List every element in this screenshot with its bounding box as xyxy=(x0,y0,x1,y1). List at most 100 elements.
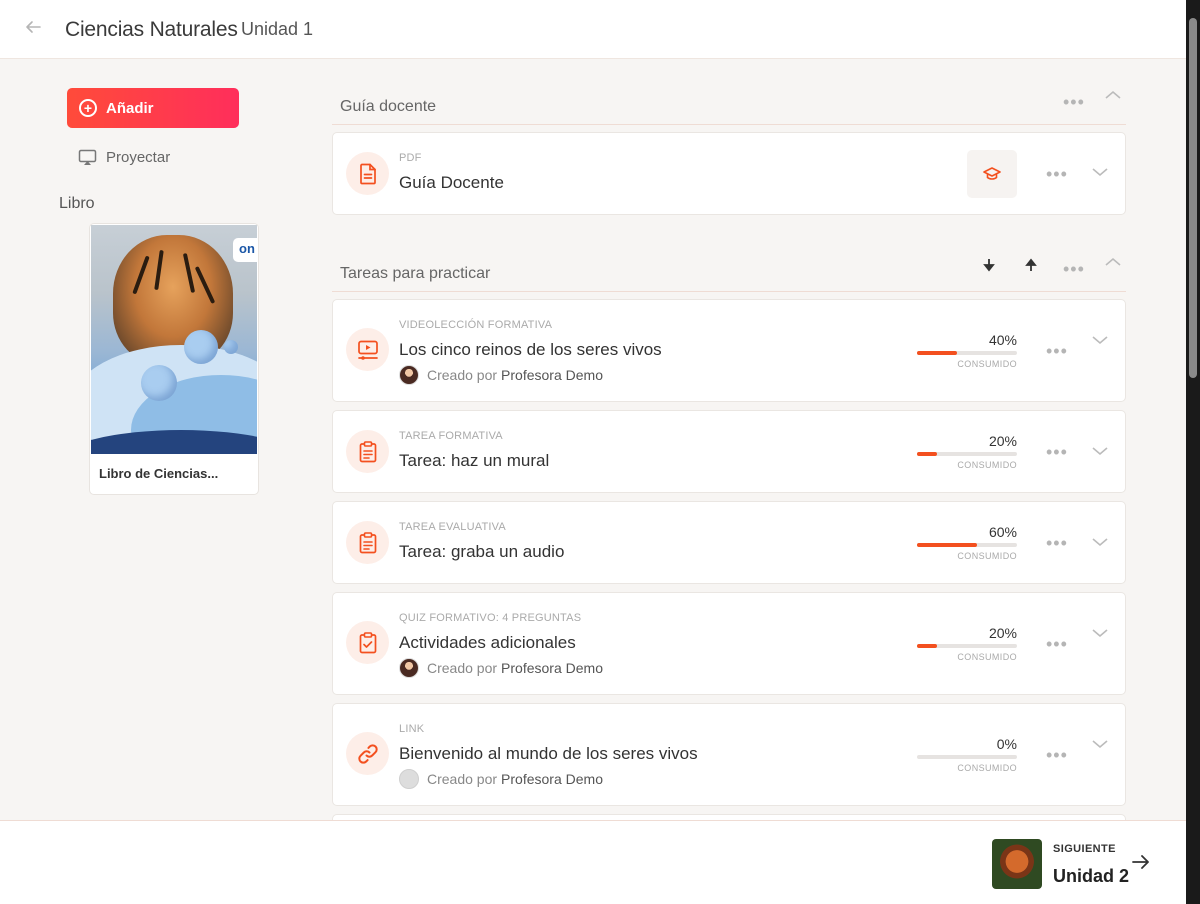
projector-icon xyxy=(78,149,97,165)
avatar xyxy=(399,365,419,385)
section-title: Guía docente xyxy=(340,98,437,115)
project-button-label: Proyectar xyxy=(106,148,171,166)
progress-track xyxy=(917,543,1017,547)
author-name: Profesora Demo xyxy=(501,367,603,383)
chevron-down-icon[interactable] xyxy=(1091,738,1109,752)
item-author: Creado por Profesora Demo xyxy=(399,658,603,678)
progress-fill xyxy=(917,543,977,547)
progress-fill xyxy=(917,452,937,456)
more-options-icon[interactable]: ••• xyxy=(1046,165,1068,183)
item-type: LINK xyxy=(399,723,425,735)
list-item[interactable]: TAREA FORMATIVA Tarea: haz un mural 20% … xyxy=(332,410,1126,493)
progress-percent: 0% xyxy=(996,736,1017,752)
next-unit-title[interactable]: Unidad 2 xyxy=(1053,866,1129,887)
more-options-icon[interactable]: ••• xyxy=(1046,746,1068,764)
checklist-icon xyxy=(346,621,389,664)
add-button[interactable]: + Añadir xyxy=(67,88,239,128)
progress-percent: 20% xyxy=(988,625,1017,641)
graduation-cap-icon xyxy=(983,167,1001,180)
more-options-icon[interactable]: ••• xyxy=(1046,635,1068,653)
next-unit-thumbnail[interactable] xyxy=(992,839,1042,889)
progress-caption: CONSUMIDO xyxy=(957,460,1017,470)
progress-fill xyxy=(917,351,957,355)
more-options-icon[interactable]: ••• xyxy=(1063,93,1085,111)
add-button-label: Añadir xyxy=(106,99,154,117)
item-title: Guía Docente xyxy=(399,173,504,192)
item-title: Tarea: graba un audio xyxy=(399,542,565,561)
section-header-tareas: Tareas para practicar ••• xyxy=(332,256,1126,292)
scrollbar-thumb[interactable] xyxy=(1189,18,1197,378)
progress-caption: CONSUMIDO xyxy=(957,551,1017,561)
progress-percent: 60% xyxy=(988,524,1017,540)
author-prefix: Creado por xyxy=(427,367,498,383)
chevron-up-icon[interactable] xyxy=(1104,256,1122,270)
author-name: Profesora Demo xyxy=(501,660,603,676)
more-options-icon[interactable]: ••• xyxy=(1046,443,1068,461)
video-lesson-icon xyxy=(346,328,389,371)
author-name: Profesora Demo xyxy=(501,771,603,787)
clipboard-icon xyxy=(346,521,389,564)
more-options-icon[interactable]: ••• xyxy=(1046,342,1068,360)
arrow-down-icon[interactable] xyxy=(982,257,996,273)
project-button[interactable]: Proyectar xyxy=(78,146,170,168)
scrollbar[interactable] xyxy=(1186,0,1200,904)
publisher-badge: on xyxy=(233,238,257,262)
top-bar: Ciencias Naturales Unidad 1 xyxy=(0,0,1186,59)
document-icon xyxy=(346,152,389,195)
chevron-down-icon[interactable] xyxy=(1091,445,1109,459)
item-title: Los cinco reinos de los seres vivos xyxy=(399,340,662,359)
progress-track xyxy=(917,755,1017,759)
clipboard-icon xyxy=(346,430,389,473)
chevron-down-icon[interactable] xyxy=(1091,334,1109,348)
plus-circle-icon: + xyxy=(79,99,97,117)
progress-track xyxy=(917,644,1017,648)
more-options-icon[interactable]: ••• xyxy=(1063,260,1085,278)
item-title: Actividades adicionales xyxy=(399,633,576,652)
list-item[interactable]: PDF Guía Docente ••• xyxy=(332,132,1126,215)
item-type: TAREA FORMATIVA xyxy=(399,430,503,442)
course-title: Ciencias Naturales xyxy=(65,18,238,41)
book-title: Libro de Ciencias... xyxy=(99,466,219,481)
next-label: SIGUIENTE xyxy=(1053,843,1116,855)
link-icon xyxy=(346,732,389,775)
book-cover-image: on xyxy=(91,225,257,454)
item-author: Creado por Profesora Demo xyxy=(399,769,603,789)
item-type: QUIZ FORMATIVO: 4 PREGUNTAS xyxy=(399,612,582,624)
book-section-label: Libro xyxy=(59,195,95,212)
item-type: VIDEOLECCIÓN FORMATIVA xyxy=(399,319,553,331)
author-prefix: Creado por xyxy=(427,771,498,787)
item-title: Bienvenido al mundo de los seres vivos xyxy=(399,744,698,763)
chevron-down-icon[interactable] xyxy=(1091,536,1109,550)
back-arrow-icon[interactable] xyxy=(24,18,44,38)
item-type: PDF xyxy=(399,152,422,164)
teacher-hat-button[interactable] xyxy=(967,150,1017,198)
unit-title: Unidad 1 xyxy=(241,19,314,39)
list-item[interactable]: LINK Bienvenido al mundo de los seres vi… xyxy=(332,703,1126,806)
avatar xyxy=(399,658,419,678)
more-options-icon[interactable]: ••• xyxy=(1046,534,1068,552)
progress-track xyxy=(917,452,1017,456)
section-title: Tareas para practicar xyxy=(340,265,491,282)
progress-caption: CONSUMIDO xyxy=(957,359,1017,369)
progress-percent: 40% xyxy=(988,332,1017,348)
progress-percent: 20% xyxy=(988,433,1017,449)
chevron-down-icon[interactable] xyxy=(1091,627,1109,641)
list-item[interactable]: VIDEOLECCIÓN FORMATIVA Los cinco reinos … xyxy=(332,299,1126,402)
arrow-up-icon[interactable] xyxy=(1024,257,1038,273)
book-card[interactable]: on Libro de Ciencias... xyxy=(89,223,259,495)
progress-fill xyxy=(917,644,937,648)
footer-navigation: SIGUIENTE Unidad 2 xyxy=(0,820,1186,904)
chevron-up-icon[interactable] xyxy=(1104,89,1122,103)
arrow-right-icon[interactable] xyxy=(1130,851,1152,873)
progress-caption: CONSUMIDO xyxy=(957,763,1017,773)
chevron-down-icon[interactable] xyxy=(1091,166,1109,180)
section-header-guia-docente: Guía docente ••• xyxy=(332,89,1126,125)
progress-caption: CONSUMIDO xyxy=(957,652,1017,662)
item-type: TAREA EVALUATIVA xyxy=(399,521,506,533)
item-title: Tarea: haz un mural xyxy=(399,451,550,470)
author-prefix: Creado por xyxy=(427,660,498,676)
list-item[interactable]: TAREA EVALUATIVA Tarea: graba un audio 6… xyxy=(332,501,1126,584)
list-item[interactable]: QUIZ FORMATIVO: 4 PREGUNTAS Actividades … xyxy=(332,592,1126,695)
avatar xyxy=(399,769,419,789)
item-author: Creado por Profesora Demo xyxy=(399,365,603,385)
